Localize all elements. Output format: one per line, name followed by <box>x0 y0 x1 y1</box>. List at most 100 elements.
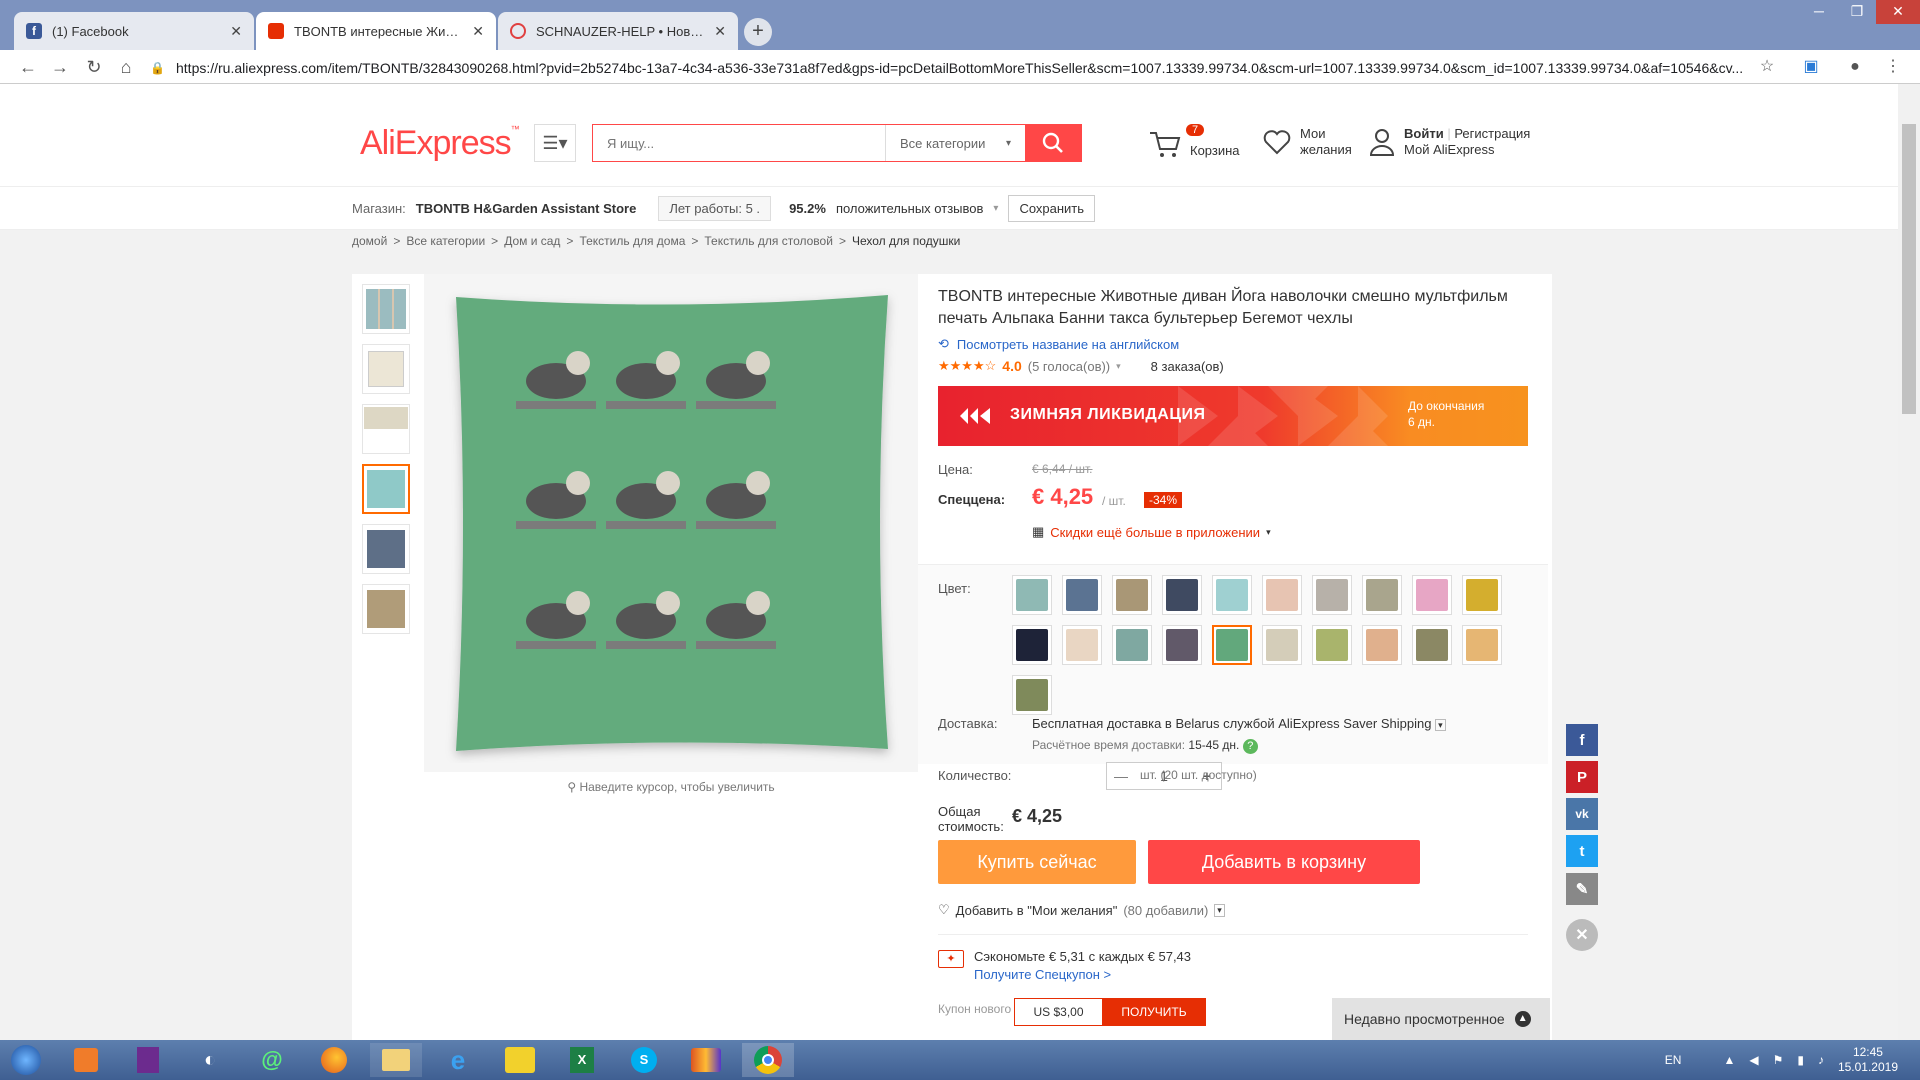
back-icon[interactable]: ← <box>16 56 40 78</box>
crumb-home[interactable]: домой <box>352 234 387 248</box>
thumbnail[interactable] <box>362 584 410 634</box>
color-swatch[interactable] <box>1062 575 1102 615</box>
thumbnail[interactable] <box>362 524 410 574</box>
thumbnail[interactable] <box>362 284 410 334</box>
color-swatch[interactable] <box>1212 575 1252 615</box>
mail-icon[interactable]: @ <box>246 1043 298 1077</box>
positive-feedback-link[interactable]: положительных отзывов <box>836 201 983 216</box>
help-icon[interactable]: ? <box>1242 739 1258 754</box>
color-swatch[interactable] <box>1362 625 1402 665</box>
color-swatch[interactable] <box>1412 625 1452 665</box>
tray-up-icon[interactable]: ▲ <box>1723 1053 1735 1067</box>
buy-now-button[interactable]: Купить сейчас <box>938 840 1136 884</box>
speaker-icon[interactable]: ◀ <box>1749 1053 1758 1067</box>
minus-icon[interactable]: — <box>1107 768 1135 784</box>
explorer-icon[interactable] <box>370 1043 422 1077</box>
translate-link[interactable]: ⟲ Посмотреть название на английском <box>938 336 1179 352</box>
extension-icon[interactable]: ▣ <box>1800 56 1822 78</box>
search-category-select[interactable]: Все категории ▾ <box>885 125 1025 161</box>
votes-link[interactable]: (5 голоса(ов)) <box>1028 359 1110 374</box>
scrollbar-thumb[interactable] <box>1902 124 1916 414</box>
network-icon[interactable]: ▮ <box>1797 1053 1804 1067</box>
pinterest-share-icon[interactable]: P <box>1566 761 1598 793</box>
batman-icon[interactable] <box>494 1043 546 1077</box>
store-name-link[interactable]: TBONTB H&Garden Assistant Store <box>416 201 637 216</box>
game-icon[interactable] <box>680 1043 732 1077</box>
thumbnail-selected[interactable] <box>362 464 410 514</box>
menu-icon[interactable]: ⋮ <box>1882 56 1904 78</box>
color-swatch[interactable] <box>1312 625 1352 665</box>
wishlist-link[interactable]: Мои желания <box>1262 126 1352 158</box>
register-link[interactable]: Регистрация <box>1454 126 1530 141</box>
color-swatch[interactable] <box>1162 575 1202 615</box>
app-discount-link[interactable]: ▦ Скидки ещё больше в приложении ▾ <box>1032 524 1271 540</box>
color-swatch[interactable] <box>1412 575 1452 615</box>
my-aliexpress-link[interactable]: Мой AliExpress <box>1404 142 1530 158</box>
facebook-share-icon[interactable]: f <box>1566 724 1598 756</box>
new-tab-button[interactable]: + <box>744 18 772 46</box>
close-tab-icon[interactable]: ✕ <box>472 23 484 40</box>
crumb-home-garden[interactable]: Дом и сад <box>504 234 560 248</box>
crumb-table-textile[interactable]: Текстиль для столовой <box>704 234 833 248</box>
maximize-button[interactable]: ❐ <box>1838 0 1876 24</box>
crumb-all-categories[interactable]: Все категории <box>406 234 485 248</box>
color-swatch[interactable] <box>1362 575 1402 615</box>
close-share-icon[interactable]: ✕ <box>1566 919 1598 951</box>
tab-facebook[interactable]: f (1) Facebook ✕ <box>14 12 254 50</box>
address-bar[interactable]: 🔒 https://ru.aliexpress.com/item/TBONTB/… <box>150 54 1770 81</box>
color-swatch[interactable] <box>1262 625 1302 665</box>
internet-explorer-icon[interactable]: e <box>432 1043 484 1077</box>
color-swatch[interactable] <box>1462 575 1502 615</box>
minimize-button[interactable]: ─ <box>1800 0 1838 24</box>
save-store-button[interactable]: Сохранить <box>1008 195 1096 222</box>
add-to-wishlist-link[interactable]: ♡ Добавить в "Мои желания" (80 добавили)… <box>938 902 1225 918</box>
profile-icon[interactable]: ● <box>1844 56 1866 78</box>
color-swatch[interactable] <box>1062 625 1102 665</box>
add-to-cart-button[interactable]: Добавить в корзину <box>1148 840 1420 884</box>
cart-link[interactable]: 7 Корзина <box>1148 124 1240 164</box>
thumbnail[interactable] <box>362 404 410 454</box>
color-swatch[interactable] <box>1162 625 1202 665</box>
crumb-home-textile[interactable]: Текстиль для дома <box>579 234 685 248</box>
close-window-button[interactable]: ✕ <box>1876 0 1920 24</box>
color-swatch[interactable] <box>1112 625 1152 665</box>
color-swatch[interactable] <box>1112 575 1152 615</box>
thumbnail[interactable] <box>362 344 410 394</box>
search-input[interactable] <box>593 125 885 161</box>
twitter-share-icon[interactable]: t <box>1566 835 1598 867</box>
volume-app-icon[interactable]: ◐ <box>184 1043 236 1077</box>
page-scrollbar[interactable] <box>1898 84 1920 1040</box>
forward-icon[interactable]: → <box>48 56 72 78</box>
color-swatch[interactable] <box>1262 575 1302 615</box>
reload-icon[interactable]: ↻ <box>82 56 106 78</box>
sale-banner[interactable]: ЗИМНЯЯ ЛИКВИДАЦИЯ До окончания 6 дн. <box>938 386 1528 446</box>
media-player-icon[interactable] <box>60 1043 112 1077</box>
tab-schnauzer-help[interactable]: SCHNAUZER-HELP • Новые сооб ✕ <box>498 12 738 50</box>
bookmark-star-icon[interactable]: ☆ <box>1756 56 1778 78</box>
edit-icon[interactable]: ✎ <box>1566 873 1598 905</box>
product-main-image[interactable] <box>424 274 918 772</box>
color-swatch-selected[interactable] <box>1212 625 1252 665</box>
color-swatch[interactable] <box>1012 675 1052 715</box>
home-icon[interactable]: ⌂ <box>114 56 138 78</box>
aliexpress-logo[interactable]: AliExpress™ <box>360 124 520 163</box>
color-swatch[interactable] <box>1012 575 1052 615</box>
language-indicator[interactable]: EN <box>1665 1053 1682 1067</box>
tab-aliexpress[interactable]: TBONTB интересные Животные ✕ <box>256 12 496 50</box>
start-button[interactable] <box>0 1043 52 1077</box>
search-button[interactable] <box>1025 125 1081 161</box>
color-swatch[interactable] <box>1312 575 1352 615</box>
close-tab-icon[interactable]: ✕ <box>714 23 726 40</box>
flag-icon[interactable]: ⚑ <box>1773 1053 1784 1067</box>
color-swatch[interactable] <box>1462 625 1502 665</box>
delivery-info[interactable]: Бесплатная доставка в Belarus службой Al… <box>1032 716 1446 731</box>
excel-icon[interactable]: X <box>556 1043 608 1077</box>
archive-icon[interactable] <box>122 1043 174 1077</box>
chrome-icon[interactable] <box>742 1043 794 1077</box>
clock[interactable]: 12:45 15.01.2019 <box>1838 1045 1898 1075</box>
skype-icon[interactable]: S <box>618 1043 670 1077</box>
categories-menu-button[interactable]: ☰▾ <box>534 124 576 162</box>
close-tab-icon[interactable]: ✕ <box>230 23 242 40</box>
get-coupon-link[interactable]: Получите Спецкупон > <box>974 966 1191 984</box>
firefox-icon[interactable] <box>308 1043 360 1077</box>
